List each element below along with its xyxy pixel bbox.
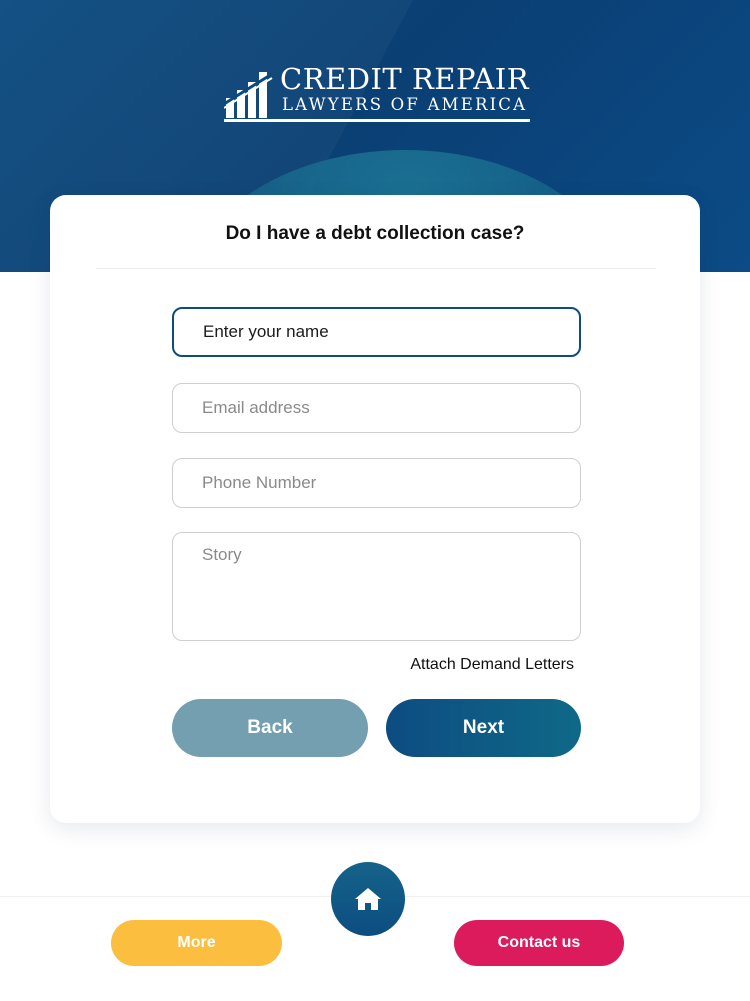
back-button[interactable]: Back	[172, 699, 368, 757]
phone-input[interactable]	[172, 458, 581, 508]
name-input[interactable]	[172, 307, 581, 357]
brand-name-line1: CREDIT REPAIR	[280, 62, 530, 96]
logo-underline	[224, 119, 530, 122]
title-divider	[96, 268, 656, 269]
attach-demand-letters-link[interactable]: Attach Demand Letters	[410, 656, 574, 674]
story-textarea[interactable]	[172, 532, 581, 641]
email-input[interactable]	[172, 383, 581, 433]
next-button[interactable]: Next	[386, 699, 581, 757]
brand-name-line2: LAWYERS OF AMERICA	[282, 95, 528, 114]
contact-us-button[interactable]: Contact us	[454, 920, 624, 966]
form-card: Do I have a debt collection case? Attach…	[50, 195, 700, 823]
brand-logo: CREDIT REPAIR LAWYERS OF AMERICA	[222, 62, 534, 128]
building-pillars-logo-icon	[224, 72, 273, 118]
more-button[interactable]: More	[111, 920, 282, 966]
home-button[interactable]	[331, 862, 405, 936]
home-icon	[355, 888, 381, 910]
form-title: Do I have a debt collection case?	[225, 223, 525, 244]
